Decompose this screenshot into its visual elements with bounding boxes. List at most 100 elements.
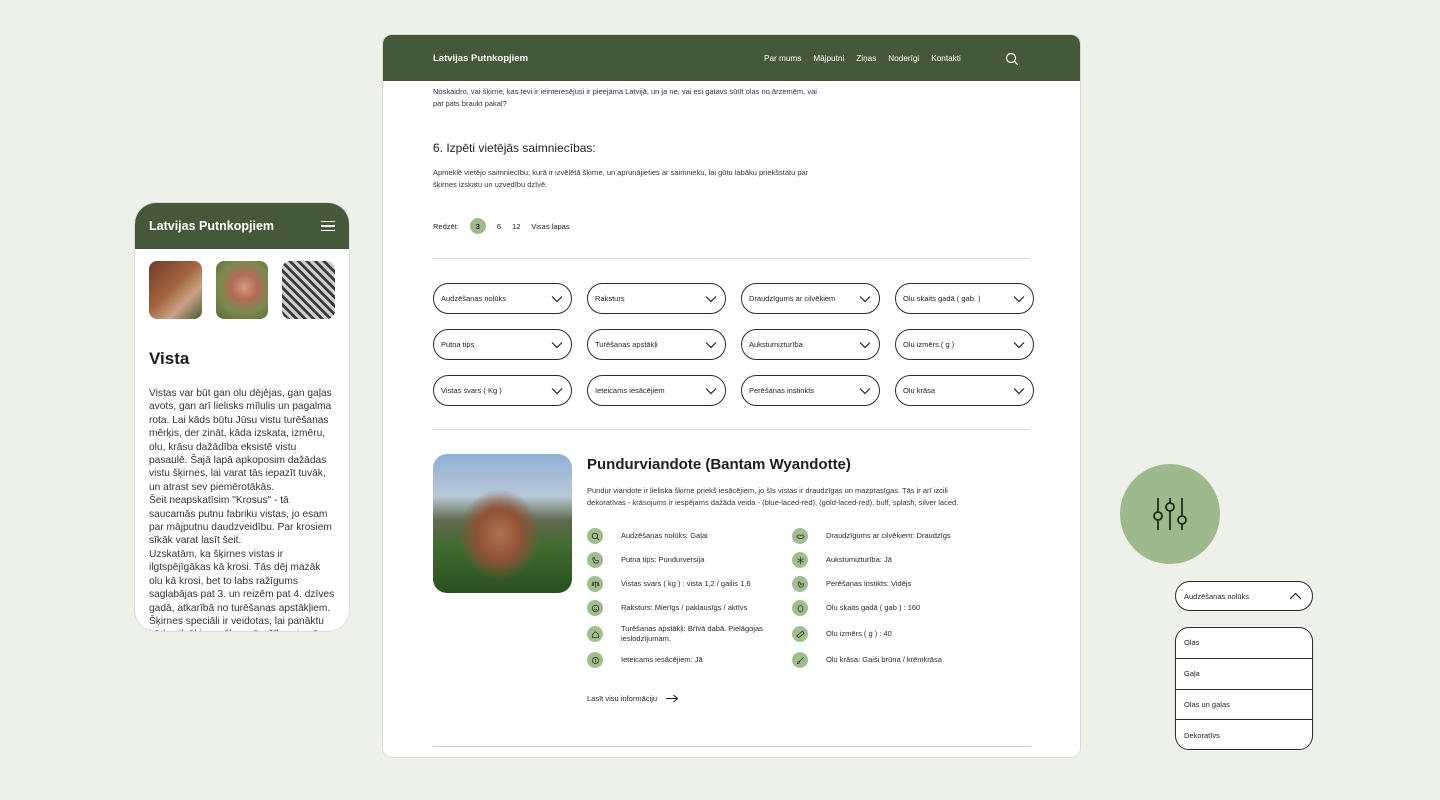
filter-label: Draudzīgums ar cilvēkiem	[749, 294, 836, 303]
chevron-down-icon	[551, 341, 563, 348]
filter-ouresanas-apstakli[interactable]: Turēšanas apstākļi	[587, 329, 726, 360]
hen-icon	[792, 576, 808, 592]
desktop-content: Noskaidro, vai šķirne, kas tevi ir ieint…	[383, 81, 1080, 703]
divider	[433, 746, 1031, 747]
nav-item-majputni[interactable]: Mājputni	[813, 54, 844, 63]
product-photo[interactable]	[433, 454, 572, 593]
filter-label: Vistas svars ( Kg )	[441, 386, 502, 395]
sliders-icon	[1153, 498, 1187, 530]
arrow-right-icon	[666, 694, 679, 703]
chevron-down-icon	[1013, 387, 1025, 394]
filter-olu-skaits[interactable]: Olu skaits gadā ( gab. )	[895, 283, 1034, 314]
filter-label: Olu izmērs ( g )	[903, 340, 955, 349]
attr-text: Draudzīgums ar cilvēkiem: Draudzīgs	[826, 531, 951, 540]
chevron-down-icon	[1013, 295, 1025, 302]
read-more-link[interactable]: Lasīt visu informāciju	[587, 694, 977, 703]
filter-label: Raksturs	[595, 294, 625, 303]
snowflake-icon	[792, 552, 808, 568]
filter-vistas-svars[interactable]: Vistas svars ( Kg )	[433, 375, 572, 406]
pager-option-3[interactable]: 3	[469, 218, 486, 234]
filter-label: Audzēšanas nolūks	[441, 294, 507, 303]
attr-text: Olu izmērs ( g ) : 40	[826, 629, 892, 638]
dropdown-option-dekorativs[interactable]: Dekoratīvs	[1176, 720, 1312, 749]
main-nav: Par mums Mājputni Ziņas Noderīgi Kontakt…	[764, 35, 961, 81]
filter-label: Perēšanas instinkts	[749, 386, 815, 395]
bird-icon	[587, 552, 603, 568]
filter-olu-izmers[interactable]: Olu izmērs ( g )	[895, 329, 1034, 360]
attr-text: Aukstumizturība: Jā	[826, 555, 892, 564]
page-size-selector: Redzēt: 3 6 12 Visas lapas	[433, 218, 1030, 234]
product-info: Pundurviandote (Bantam Wyandotte) Pundur…	[587, 454, 977, 703]
pager-option-6[interactable]: 6	[497, 222, 501, 231]
site-logo[interactable]: Latvijas Putnkopjiem	[433, 53, 528, 64]
dropdown-audzesanas-noluks[interactable]: Audzēšanas nolūks	[1175, 581, 1313, 611]
filter-ieteicams-iesacejiem[interactable]: Ieteicams iesācējiem	[587, 375, 726, 406]
desktop-header: Latvijas Putnkopjiem Par mums Mājputni Z…	[383, 35, 1080, 81]
handshake-icon	[792, 528, 808, 544]
pager-option-12[interactable]: 12	[512, 222, 520, 231]
filter-putna-tips[interactable]: Putna tips	[433, 329, 572, 360]
house-icon	[587, 626, 603, 642]
attr-ieteicams-iesacejiem: Ieteicams iesācējiem: Jā	[587, 652, 792, 668]
attr-olu-krasa: Olu krāsa: Gaiši brūna / krēmkrāsa	[792, 652, 982, 668]
attr-draudzigums: Draudzīgums ar cilvēkiem: Draudzīgs	[792, 528, 982, 544]
attr-vistas-svars: Vistas svars ( kg ) : vista 1,2 / gailis…	[587, 576, 792, 592]
attr-text: Ieteicams iesācējiem: Jā	[621, 655, 703, 664]
chevron-down-icon	[859, 341, 871, 348]
filter-olu-krasa[interactable]: Olu krāsa	[895, 375, 1034, 406]
brush-icon	[792, 652, 808, 668]
step-title: 6. Izpēti vietējās saimniecības:	[433, 141, 596, 155]
attr-text: Olu skaits gadā ( gab ) : 160	[826, 603, 921, 612]
product-description: Pundur viandote ir lieliska šķirne priek…	[587, 486, 959, 507]
thumbnail-salmon-hen[interactable]	[215, 261, 269, 319]
filter-grid: Audzēšanas nolūks Raksturs Draudzīgums a…	[433, 259, 1034, 429]
filter-draudzigums[interactable]: Draudzīgums ar cilvēkiem	[741, 283, 880, 314]
menu-icon[interactable]	[321, 220, 335, 232]
dropdown-option-gala[interactable]: Gaļa	[1176, 659, 1312, 690]
mobile-thumbnails	[135, 249, 349, 319]
mobile-paragraph: Uzskatām, ka šķirnes vistas ir ilgtspējī…	[149, 548, 335, 631]
filter-aukstumizturiba[interactable]: Aukstumizturība	[741, 329, 880, 360]
nav-item-kontakti[interactable]: Kontakti	[931, 54, 961, 63]
filter-audzesanas-noluks[interactable]: Audzēšanas nolūks	[433, 283, 572, 314]
chevron-down-icon	[551, 295, 563, 302]
chevron-down-icon	[1013, 341, 1025, 348]
chevron-down-icon	[859, 387, 871, 394]
pager-option-all[interactable]: Visas lapas	[531, 222, 569, 231]
thumbnail-speckled-hen[interactable]	[282, 261, 336, 319]
dropdown-option-olas[interactable]: Olas	[1176, 628, 1312, 659]
nav-item-par-mums[interactable]: Par mums	[764, 54, 801, 63]
ruler-icon	[792, 626, 808, 642]
scale-icon	[587, 576, 603, 592]
search-icon[interactable]	[1005, 52, 1019, 66]
filter-button[interactable]	[1120, 464, 1220, 564]
attr-audzesanas-noluks: Audzēšanas nolūks: Gaļai	[587, 528, 792, 544]
mobile-site-title[interactable]: Latvijas Putnkopjiem	[149, 219, 274, 233]
attr-peresanas-instikts: Perēšanas instikts: Vidējs	[792, 576, 982, 592]
attr-olu-izmers: Olu izmērs ( g ) : 40	[792, 624, 982, 644]
product-title[interactable]: Pundurviandote (Bantam Wyandotte)	[587, 456, 977, 473]
read-more-label: Lasīt visu informāciju	[587, 694, 658, 703]
step-text: Apmeklē vietējo saimniecību, kurā ir izv…	[433, 168, 809, 189]
attr-olu-skaits: Olu skaits gadā ( gab ) : 160	[792, 600, 982, 616]
thumbnail-brown-hen[interactable]	[149, 261, 202, 319]
attr-turesanas-apstakli: Turēšanas apstākļi: Brīvā dabā. Pielāgoj…	[587, 624, 792, 644]
attr-text: Vistas svars ( kg ) : vista 1,2 / gailis…	[621, 579, 751, 588]
nav-item-noderigi[interactable]: Noderīgi	[888, 54, 919, 63]
chevron-down-icon	[705, 295, 717, 302]
product-card: Pundurviandote (Bantam Wyandotte) Pundur…	[433, 430, 1030, 703]
mobile-paragraph: Šeit neapskatīsim "Krosus" - tā saucamās…	[149, 495, 332, 547]
filter-raksturs[interactable]: Raksturs	[587, 283, 726, 314]
filter-peresanas-instinkts[interactable]: Perēšanas instinkts	[741, 375, 880, 406]
attr-putna-tips: Putna tips: Pundurversija	[587, 552, 792, 568]
mobile-page-title: Vista	[149, 349, 190, 368]
filter-label: Putna tips	[441, 340, 475, 349]
filter-label: Ieteicams iesācējiem	[595, 386, 665, 395]
dropdown-option-olas-un-galas[interactable]: Olas un gaļas	[1176, 690, 1312, 721]
egg-icon	[792, 600, 808, 616]
attr-raksturs: Raksturs: Mierīgs / paklausīgs / aktīvs	[587, 600, 792, 616]
nav-item-zinas[interactable]: Ziņas	[856, 54, 876, 63]
mobile-header: Latvijas Putnkopjiem	[135, 203, 349, 249]
search-icon	[587, 528, 603, 544]
mobile-article-text: Vistas var būt gan olu dējējas, gan gaļa…	[135, 387, 349, 631]
